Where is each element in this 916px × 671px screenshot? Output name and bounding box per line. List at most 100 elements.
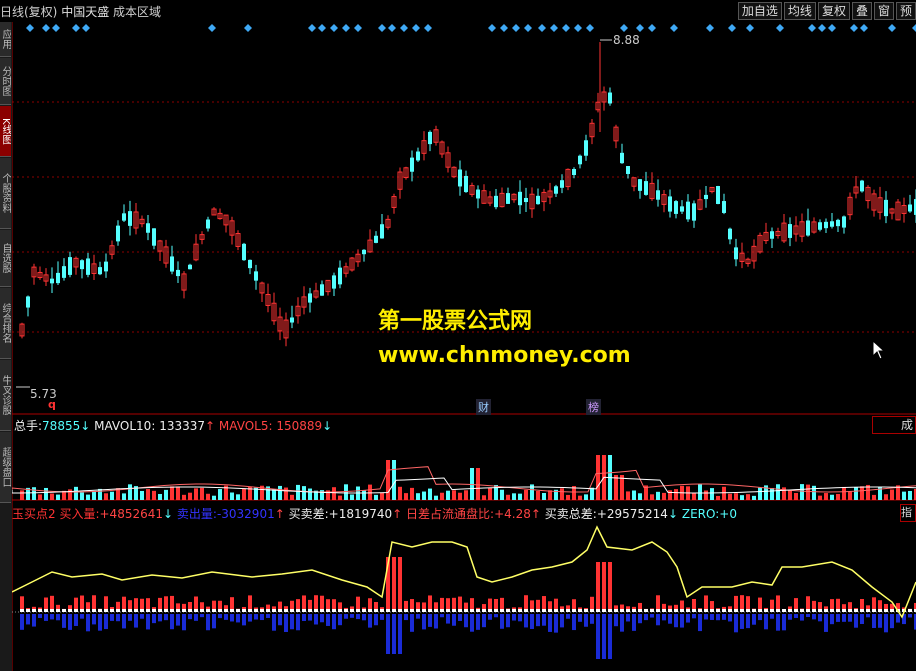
diff-bar [788, 609, 792, 612]
q-marker[interactable]: q [46, 398, 58, 411]
diff-bar [662, 609, 666, 612]
diff-bar [188, 609, 192, 612]
period-label[interactable]: 日线(复权) [0, 5, 57, 19]
sell-bar [344, 614, 348, 619]
signal-diamond-icon [424, 24, 432, 32]
sell-bar [254, 614, 258, 620]
volume-bar [818, 495, 822, 500]
diff-bar [866, 609, 870, 612]
tab-diagnosis[interactable]: 牛叉诊股 [0, 360, 11, 431]
volume-bar [710, 488, 714, 500]
forecast-button[interactable]: 预 [895, 2, 916, 20]
tab-watchlist[interactable]: 自选股 [0, 230, 11, 287]
diff-bar [392, 609, 396, 612]
diff-bar [608, 609, 612, 612]
volume-bar [662, 492, 666, 500]
volume-bar [848, 491, 852, 500]
sell-bar [278, 614, 282, 626]
sell-bar [230, 614, 234, 622]
adjust-button[interactable]: 复权 [817, 2, 850, 20]
diff-bar [446, 609, 450, 612]
volume-bar [614, 475, 618, 500]
volume-bar [488, 487, 492, 500]
volume-bar [104, 493, 108, 500]
buy-bar [392, 557, 396, 612]
diff-bar [680, 609, 684, 612]
diff-bar [92, 609, 96, 612]
diff-bar [818, 609, 822, 612]
volume-bar [482, 495, 486, 500]
sell-bar [356, 614, 360, 620]
candle-body [692, 203, 696, 221]
moving-average-button[interactable]: 均线 [783, 2, 816, 20]
volume-bar [338, 495, 342, 500]
diff-bar [644, 609, 648, 612]
indicator-legend: 玉买点2 买入量:+4852641↓ 卖出量:-3032901↑ 买卖差:+18… [12, 507, 737, 521]
signal-diamond-icon [354, 24, 362, 32]
diff-bar [362, 609, 366, 612]
diff-bar [38, 609, 42, 612]
volume-bar [674, 489, 678, 500]
candle-body [50, 278, 54, 284]
volume-bar [626, 491, 630, 500]
overlay-button[interactable]: 叠 [851, 2, 872, 20]
tab-profile[interactable]: 个股资料 [0, 158, 11, 229]
candle-body [536, 195, 540, 205]
ranking-marker[interactable]: 榜 [586, 399, 601, 415]
candle-body [818, 222, 822, 230]
diff-bar [698, 609, 702, 612]
sell-bar [212, 614, 216, 629]
candle-body [830, 221, 834, 227]
tab-apps[interactable]: 应用 [0, 22, 11, 57]
tab-intraday[interactable]: 分时图 [0, 58, 11, 105]
diff-bar [710, 609, 714, 612]
volume-bar [92, 491, 96, 500]
tab-order-book[interactable]: 超级盘口 [0, 432, 11, 503]
high-price-label: 8.88 [613, 33, 640, 47]
sell-bar [806, 614, 810, 618]
volume-bar [788, 489, 792, 500]
tab-ranking[interactable]: 综合排名 [0, 288, 11, 359]
signal-diamond-icon [244, 24, 252, 32]
diff-bar [74, 609, 78, 612]
sell-bar [32, 614, 36, 627]
tab-kline[interactable]: K线图 [0, 106, 11, 157]
diff-bar [350, 609, 354, 612]
diff-bar [416, 609, 420, 612]
volume-bar [476, 468, 480, 500]
signal-diamond-icon [52, 24, 60, 32]
volume-side-button[interactable]: 成 [872, 416, 916, 434]
signal-diamond-icon [82, 24, 90, 32]
sell-bar [752, 614, 756, 625]
diff-bar [338, 609, 342, 612]
sell-bar [56, 614, 60, 621]
signal-diamond-icon [342, 24, 350, 32]
sell-bar [44, 614, 48, 621]
sell-bar [482, 614, 486, 628]
candle-body [152, 228, 156, 246]
diff-bar [272, 609, 276, 612]
sell-bar [668, 614, 672, 624]
sell-bar [380, 614, 384, 620]
diff-bar [770, 609, 774, 612]
volume-bar [740, 495, 744, 500]
volume-bar [524, 489, 528, 500]
indicator-side-button[interactable]: 指 [900, 504, 916, 522]
sell-bar [410, 614, 414, 632]
finance-marker[interactable]: 财 [476, 399, 491, 415]
diff-bar [320, 609, 324, 612]
window-button[interactable]: 窗 [873, 2, 894, 20]
volume-bar [170, 486, 174, 500]
add-favorite-button[interactable]: 加自选 [737, 2, 782, 20]
volume-bar [734, 493, 738, 500]
overlay-label[interactable]: 成本区域 [113, 5, 161, 19]
diff-bar [656, 609, 660, 612]
signal-diamond-icon [550, 24, 558, 32]
volume-bar [86, 494, 90, 500]
sell-bar [152, 614, 156, 624]
diff-bar [512, 609, 516, 612]
volume-bar [416, 493, 420, 500]
diff-bar [104, 609, 108, 612]
signal-diamond-icon [500, 24, 508, 32]
diff-bar [182, 609, 186, 612]
